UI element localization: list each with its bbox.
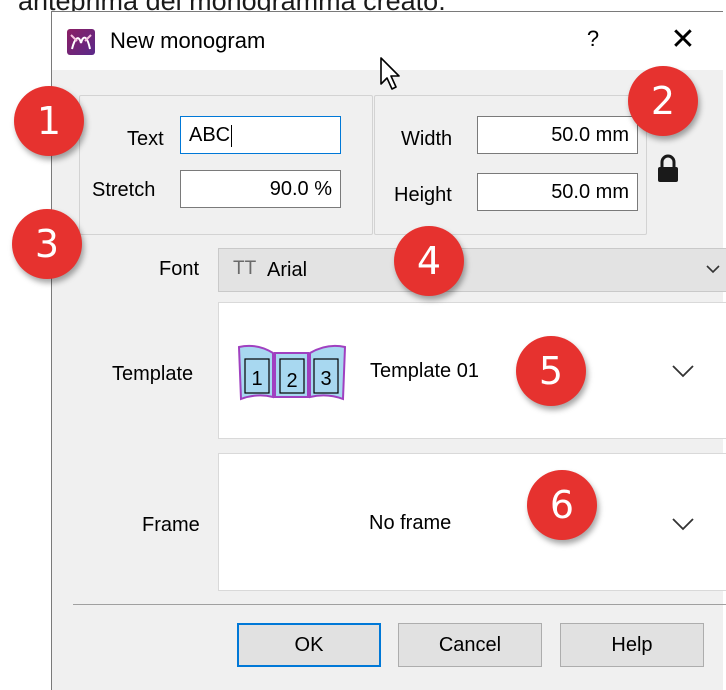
mouse-cursor-icon — [380, 57, 400, 90]
annotation-marker: 5 — [516, 336, 586, 406]
chevron-down-icon — [672, 365, 694, 378]
template-label: Template — [112, 363, 194, 385]
frame-label: Frame — [142, 514, 200, 536]
template-preview-icon: 1 2 3 — [237, 344, 347, 401]
stretch-label: Stretch — [92, 179, 156, 201]
stretch-input[interactable]: 90.0 % — [180, 170, 341, 208]
template-preview-digit: 2 — [286, 370, 297, 392]
font-value: Arial — [267, 259, 308, 281]
height-input[interactable]: 50.0 mm — [477, 173, 638, 211]
annotation-marker: 1 — [14, 86, 84, 156]
font-label: Font — [159, 258, 200, 280]
frame-selector[interactable]: No frame — [218, 453, 726, 591]
help-icon[interactable]: ? — [582, 26, 604, 54]
font-type-icon: TT — [233, 258, 257, 279]
annotation-marker: 2 — [628, 66, 698, 136]
text-caret — [231, 124, 233, 147]
cancel-button[interactable]: Cancel — [398, 623, 542, 667]
ok-button[interactable]: OK — [237, 623, 381, 667]
frame-value: No frame — [369, 512, 452, 534]
width-input[interactable]: 50.0 mm — [477, 116, 638, 154]
lock-icon[interactable] — [656, 154, 680, 184]
text-input[interactable]: ABC — [180, 116, 341, 154]
template-value: Template 01 — [370, 360, 479, 382]
template-selector[interactable]: 1 2 3 Template 01 — [218, 302, 726, 439]
separator — [73, 604, 726, 605]
annotation-marker: 4 — [394, 226, 464, 296]
height-label: Height — [394, 184, 452, 206]
template-preview-digit: 3 — [320, 368, 331, 390]
text-input-value: ABC — [189, 124, 231, 146]
width-label: Width — [401, 128, 453, 150]
chevron-down-icon — [672, 518, 694, 531]
text-label: Text — [127, 128, 164, 150]
close-icon[interactable]: ✕ — [666, 24, 700, 58]
font-dropdown[interactable]: TT Arial — [218, 248, 726, 292]
annotation-marker: 6 — [527, 470, 597, 540]
help-button[interactable]: Help — [560, 623, 704, 667]
new-monogram-dialog: New monogram ? ✕ Text ABC Stretch 90.0 %… — [51, 11, 726, 690]
window-title: New monogram — [110, 28, 266, 53]
app-icon — [67, 29, 95, 55]
template-preview-digit: 1 — [251, 368, 262, 390]
chevron-down-icon — [706, 265, 720, 274]
annotation-marker: 3 — [12, 209, 82, 279]
